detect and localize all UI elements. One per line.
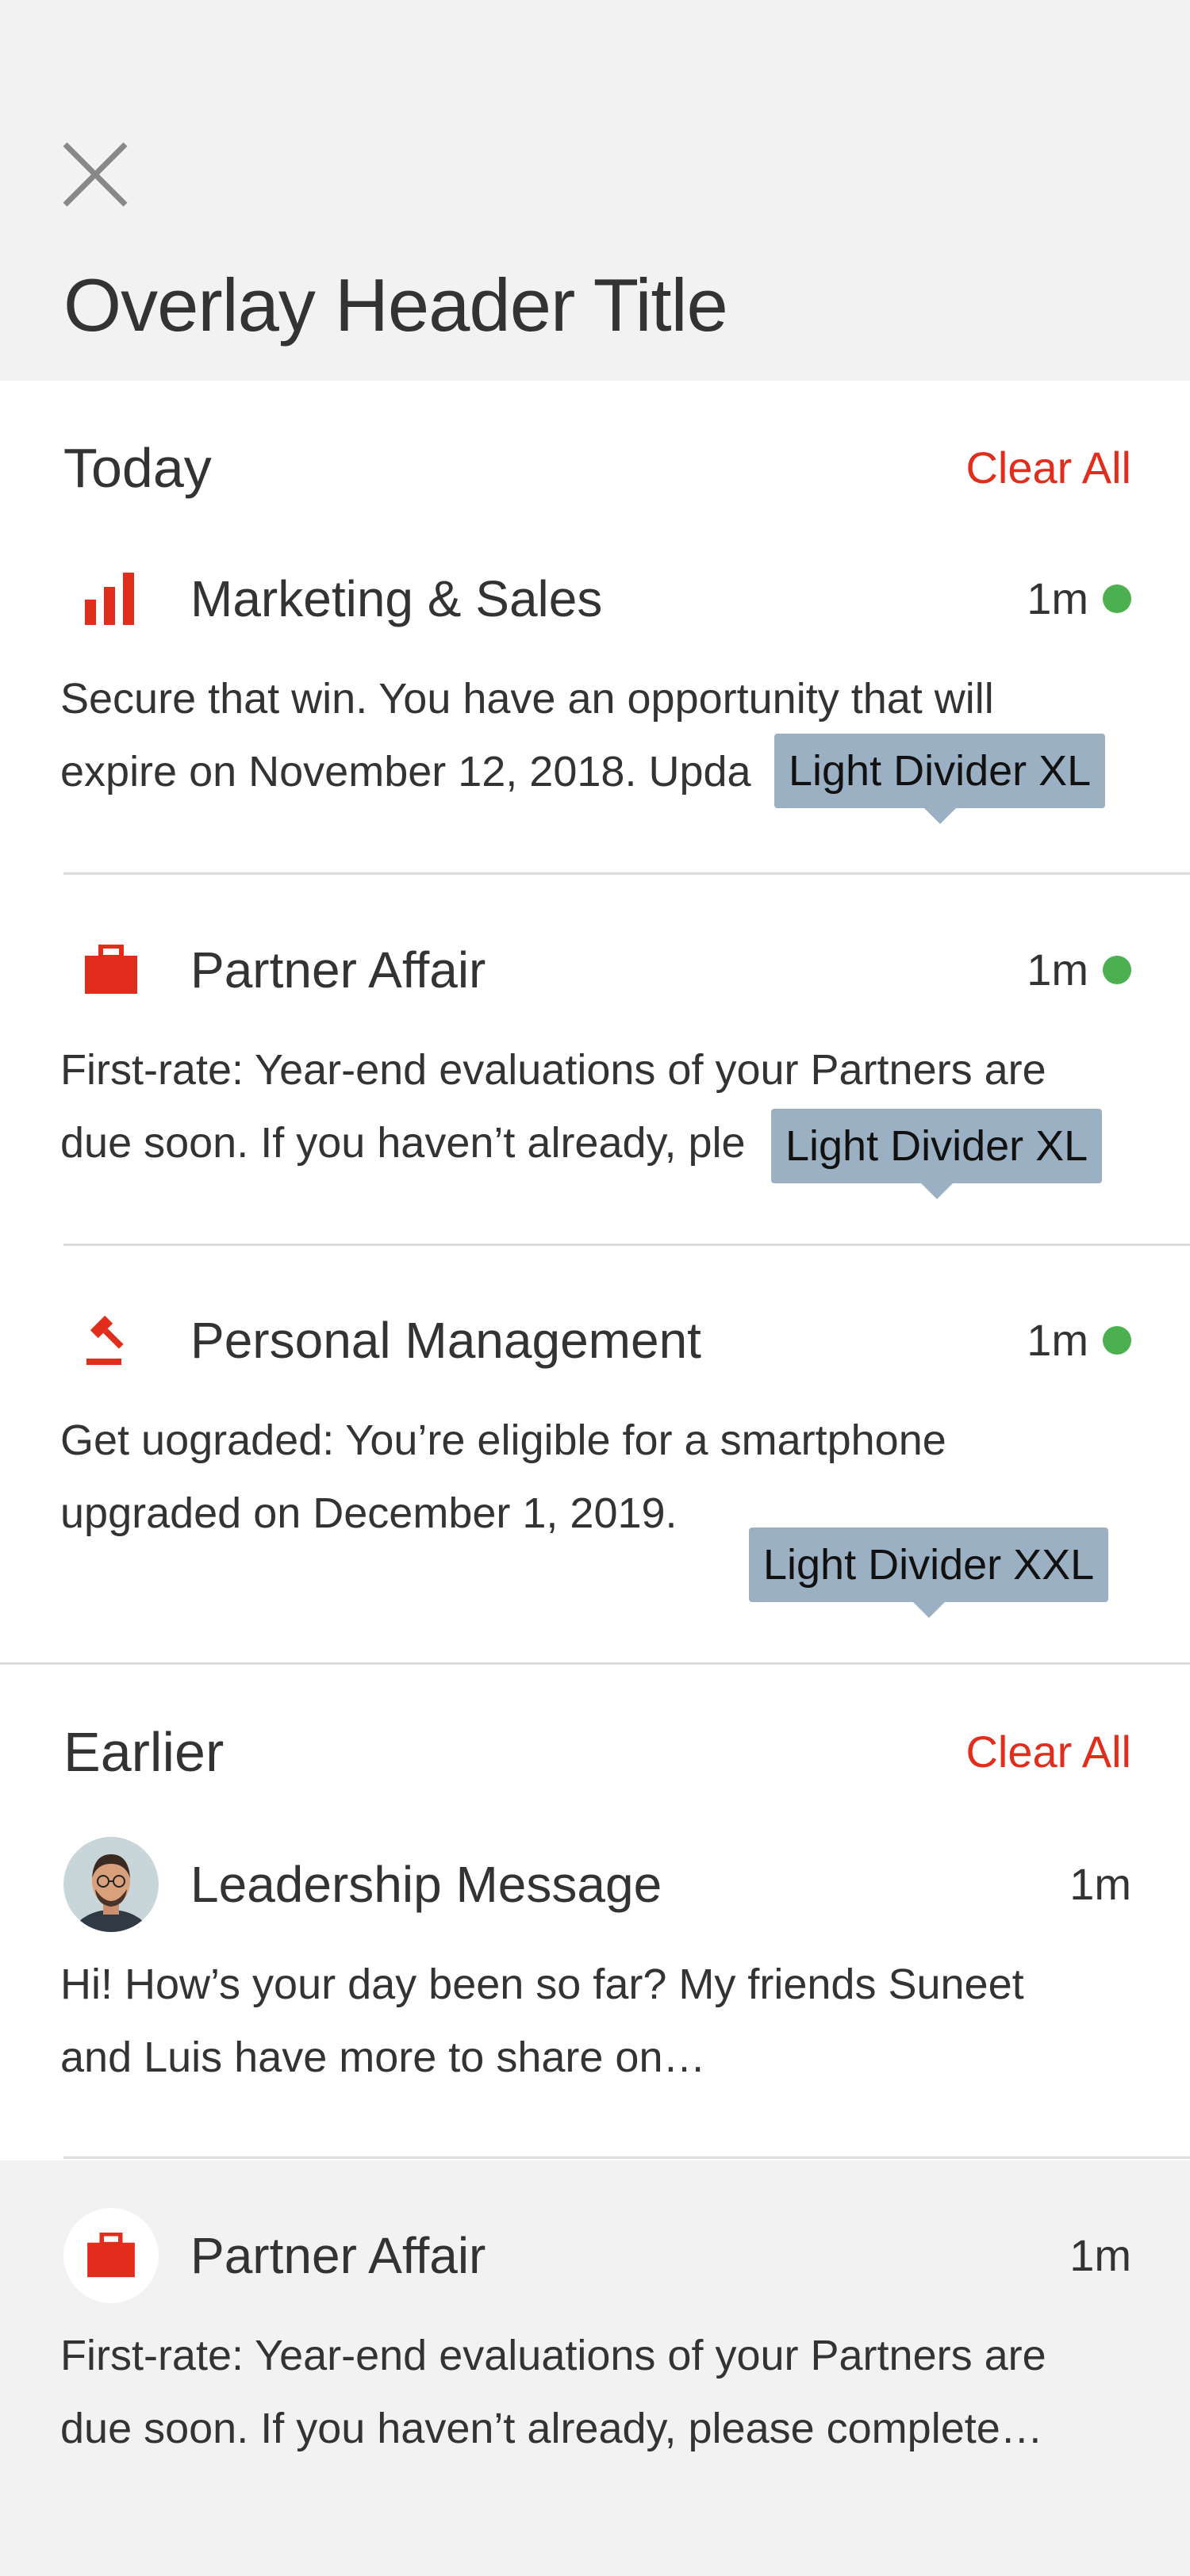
notification-body: First-rate: Year-end evaluations of your… xyxy=(60,2332,1046,2452)
divider xyxy=(63,872,1190,875)
notification-item[interactable]: Partner Affair 1m First-rate: Year-end e… xyxy=(0,2208,1190,2525)
close-button[interactable] xyxy=(56,135,135,214)
notification-title: Partner Affair xyxy=(190,941,486,999)
unread-dot xyxy=(1103,585,1131,613)
earlier-panel: Earlier Clear All Leadership Message 1m … xyxy=(0,1665,1190,2160)
briefcase-icon xyxy=(63,2208,159,2303)
notification-body: Hi! How’s your day been so far? My frien… xyxy=(60,1961,1024,2081)
notification-time: 1m xyxy=(1027,573,1088,623)
earlier-section-header: Earlier Clear All xyxy=(0,1708,1190,1796)
clear-all-earlier-button[interactable]: Clear All xyxy=(965,1708,1131,1796)
unread-dot xyxy=(1103,1326,1131,1355)
notification-title: Leadership Message xyxy=(190,1856,662,1913)
notification-item[interactable]: Partner Affair 1m First-rate: Year-end e… xyxy=(0,922,1190,1240)
divider xyxy=(63,2156,1190,2159)
notification-time: 1m xyxy=(1069,2230,1131,2280)
clear-all-today-button[interactable]: Clear All xyxy=(965,424,1131,512)
annotation-tooltip: Light Divider XL xyxy=(771,1109,1103,1199)
notification-time: 1m xyxy=(1027,945,1088,995)
divider xyxy=(63,1244,1190,1246)
close-icon xyxy=(63,142,128,207)
overlay-header: Overlay Header Title xyxy=(0,0,1190,381)
gavel-icon xyxy=(63,1293,159,1388)
annotation-tooltip: Light Divider XXL xyxy=(749,1528,1109,1618)
unread-dot xyxy=(1103,956,1131,984)
notification-time: 1m xyxy=(1027,1315,1088,1365)
section-title-earlier: Earlier xyxy=(63,1721,225,1783)
notification-title: Personal Management xyxy=(190,1312,701,1369)
today-panel: Today Clear All Marketing & Sales 1m Sec… xyxy=(0,381,1190,1666)
notification-title: Marketing & Sales xyxy=(190,570,603,627)
today-section-header: Today Clear All xyxy=(0,424,1190,512)
avatar xyxy=(63,1837,159,1932)
annotation-tooltip: Light Divider XL xyxy=(774,734,1106,824)
section-title-today: Today xyxy=(63,437,212,499)
bar-chart-icon xyxy=(63,551,159,646)
notification-item[interactable]: Personal Management 1m Get uograded: You… xyxy=(0,1293,1190,1618)
briefcase-icon xyxy=(63,922,159,1018)
overlay-title: Overlay Header Title xyxy=(63,263,728,347)
notification-item[interactable]: Leadership Message 1m Hi! How’s your day… xyxy=(0,1837,1190,2154)
notification-time: 1m xyxy=(1069,1859,1131,1909)
notification-item[interactable]: Marketing & Sales 1m Secure that win. Yo… xyxy=(0,551,1190,868)
notification-title: Partner Affair xyxy=(190,2227,486,2284)
